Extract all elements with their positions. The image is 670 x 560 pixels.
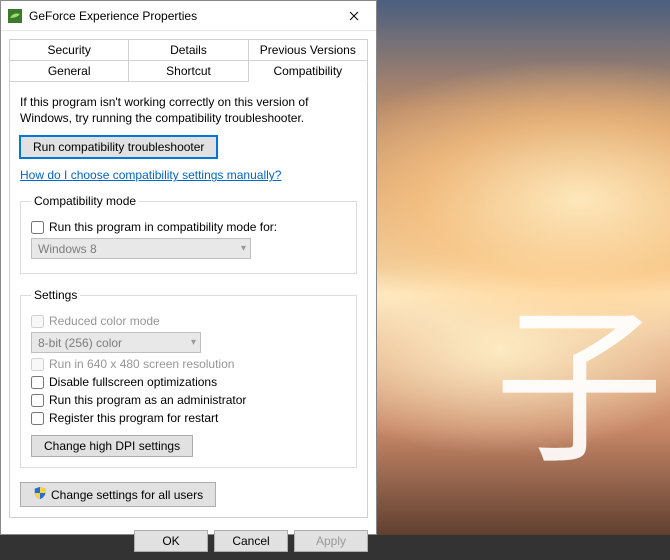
apply-button[interactable]: Apply [294, 530, 368, 552]
low-res-checkbox [31, 358, 44, 371]
tab-previous-versions[interactable]: Previous Versions [249, 39, 368, 60]
color-mode-select: 8-bit (256) color ▾ [31, 332, 201, 353]
register-restart-label: Register this program for restart [49, 411, 218, 425]
tab-details[interactable]: Details [129, 39, 248, 60]
close-icon [349, 11, 359, 21]
disable-fullscreen-label: Disable fullscreen optimizations [49, 375, 217, 389]
cancel-button[interactable]: Cancel [214, 530, 288, 552]
titlebar: GeForce Experience Properties [1, 1, 376, 31]
tab-compatibility[interactable]: Compatibility [249, 60, 368, 82]
app-icon [7, 8, 23, 24]
change-all-users-label: Change settings for all users [51, 488, 203, 502]
tab-panel-compatibility: If this program isn't working correctly … [9, 82, 368, 518]
register-restart-checkbox[interactable] [31, 412, 44, 425]
ok-button[interactable]: OK [134, 530, 208, 552]
help-text: If this program isn't working correctly … [20, 94, 357, 126]
compat-mode-select[interactable]: Windows 8 ▾ [31, 238, 251, 259]
run-admin-label: Run this program as an administrator [49, 393, 246, 407]
disable-fullscreen-row[interactable]: Disable fullscreen optimizations [31, 375, 346, 389]
tab-shortcut[interactable]: Shortcut [129, 60, 248, 82]
compatibility-mode-legend: Compatibility mode [31, 194, 139, 208]
reduced-color-row: Reduced color mode [31, 314, 346, 328]
chevron-down-icon: ▾ [241, 243, 246, 254]
manual-settings-link[interactable]: How do I choose compatibility settings m… [20, 168, 281, 182]
register-restart-row[interactable]: Register this program for restart [31, 411, 346, 425]
high-dpi-button[interactable]: Change high DPI settings [31, 435, 193, 457]
compat-mode-label: Run this program in compatibility mode f… [49, 220, 277, 234]
settings-legend: Settings [31, 288, 80, 302]
low-res-label: Run in 640 x 480 screen resolution [49, 357, 234, 371]
chevron-down-icon: ▾ [191, 337, 196, 348]
compatibility-mode-group: Compatibility mode Run this program in c… [20, 194, 357, 274]
settings-group: Settings Reduced color mode 8-bit (256) … [20, 288, 357, 468]
shield-icon [33, 486, 47, 503]
disable-fullscreen-checkbox[interactable] [31, 376, 44, 389]
change-all-users-button[interactable]: Change settings for all users [20, 482, 216, 507]
color-mode-value: 8-bit (256) color [38, 336, 122, 350]
run-admin-checkbox[interactable] [31, 394, 44, 407]
run-troubleshooter-button[interactable]: Run compatibility troubleshooter [20, 136, 217, 158]
run-admin-row[interactable]: Run this program as an administrator [31, 393, 346, 407]
tab-general[interactable]: General [9, 60, 129, 82]
low-res-row: Run in 640 x 480 screen resolution [31, 357, 346, 371]
reduced-color-label: Reduced color mode [49, 314, 160, 328]
compat-mode-checkbox-row[interactable]: Run this program in compatibility mode f… [31, 220, 346, 234]
close-button[interactable] [332, 1, 376, 30]
compat-mode-value: Windows 8 [38, 242, 97, 256]
window-title: GeForce Experience Properties [29, 9, 332, 23]
dialog-button-bar: OK Cancel Apply [1, 524, 376, 560]
tab-security[interactable]: Security [9, 39, 129, 60]
compat-mode-checkbox[interactable] [31, 221, 44, 234]
reduced-color-checkbox [31, 315, 44, 328]
tab-strip: Security Details Previous Versions Gener… [1, 31, 376, 82]
properties-dialog: GeForce Experience Properties Security D… [0, 0, 377, 535]
